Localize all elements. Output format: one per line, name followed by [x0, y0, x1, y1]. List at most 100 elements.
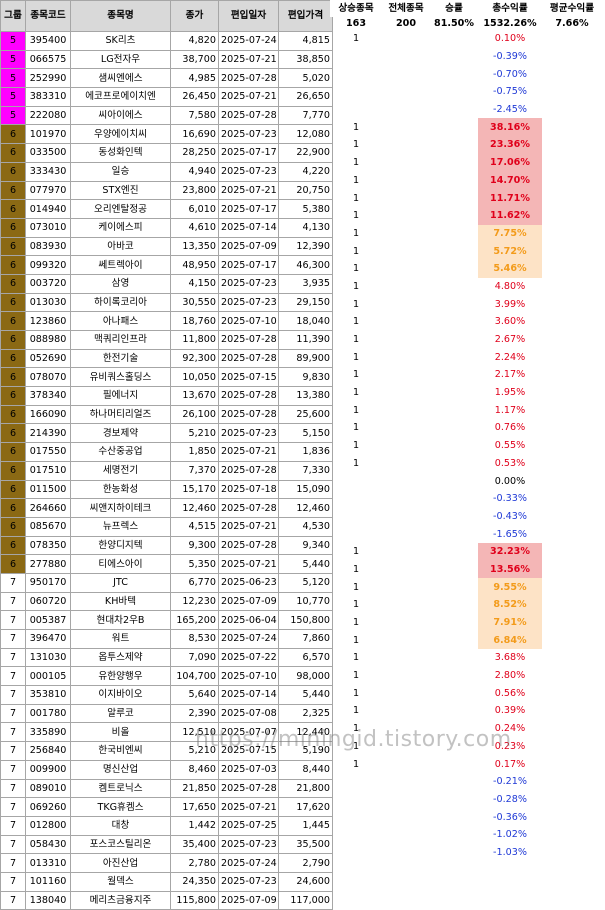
return-cell[interactable]: 5.72%: [478, 242, 542, 260]
empty-cell[interactable]: [430, 278, 478, 296]
entry-cell[interactable]: 117,000: [278, 890, 333, 910]
group-cell[interactable]: 6: [0, 423, 26, 444]
price-cell[interactable]: 4,940: [170, 161, 219, 182]
name-cell[interactable]: 켐트로닉스: [70, 778, 171, 799]
empty-cell[interactable]: [542, 366, 602, 384]
price-cell[interactable]: 4,820: [170, 31, 219, 51]
group-cell[interactable]: 6: [0, 292, 26, 313]
price-cell[interactable]: 13,670: [170, 386, 219, 406]
header-price[interactable]: 종가: [170, 0, 219, 32]
return-cell[interactable]: 3.68%: [478, 649, 542, 667]
price-cell[interactable]: 4,985: [170, 68, 219, 89]
price-cell[interactable]: 35,400: [170, 834, 219, 855]
up-flag-cell[interactable]: [330, 48, 382, 66]
date-cell[interactable]: 2025-07-17: [218, 255, 279, 275]
empty-cell[interactable]: [542, 83, 602, 101]
entry-cell[interactable]: 7,770: [278, 105, 333, 126]
date-cell[interactable]: 2025-07-23: [218, 124, 279, 145]
up-flag-cell[interactable]: 1: [330, 207, 382, 225]
empty-cell[interactable]: [542, 508, 602, 526]
date-cell[interactable]: 2025-07-23: [218, 273, 279, 294]
empty-cell[interactable]: [382, 844, 430, 862]
empty-cell[interactable]: [542, 136, 602, 154]
up-flag-cell[interactable]: 1: [330, 30, 382, 48]
empty-cell[interactable]: [542, 419, 602, 437]
group-cell[interactable]: 7: [0, 853, 26, 873]
name-cell[interactable]: 티에스아이: [70, 554, 171, 574]
empty-cell[interactable]: [542, 189, 602, 207]
price-cell[interactable]: 30,550: [170, 292, 219, 313]
up-flag-cell[interactable]: [330, 65, 382, 83]
summary-total[interactable]: 200: [382, 17, 430, 30]
empty-cell[interactable]: [542, 455, 602, 473]
name-cell[interactable]: 뉴프렉스: [70, 516, 171, 537]
up-flag-cell[interactable]: 1: [330, 278, 382, 296]
code-cell[interactable]: 003720: [25, 273, 71, 294]
return-cell[interactable]: 1.17%: [478, 401, 542, 419]
entry-cell[interactable]: 25,600: [278, 404, 333, 425]
entry-cell[interactable]: 5,150: [278, 423, 333, 444]
entry-cell[interactable]: 7,860: [278, 629, 333, 649]
group-cell[interactable]: 6: [0, 460, 26, 481]
price-cell[interactable]: 6,770: [170, 572, 219, 593]
return-cell[interactable]: 13.56%: [478, 560, 542, 579]
empty-cell[interactable]: [430, 30, 478, 48]
empty-cell[interactable]: [430, 65, 478, 83]
date-cell[interactable]: 2025-07-28: [218, 68, 279, 89]
entry-cell[interactable]: 35,500: [278, 834, 333, 855]
empty-cell[interactable]: [542, 472, 602, 490]
date-cell[interactable]: 2025-07-21: [218, 180, 279, 201]
code-cell[interactable]: 017510: [25, 460, 71, 481]
name-cell[interactable]: 하이록코리아: [70, 292, 171, 313]
price-cell[interactable]: 12,460: [170, 498, 219, 518]
empty-cell[interactable]: [430, 331, 478, 349]
return-cell[interactable]: 4.80%: [478, 278, 542, 296]
code-cell[interactable]: 005387: [25, 610, 71, 630]
header-sum[interactable]: 총수익률: [478, 0, 542, 17]
return-cell[interactable]: 2.67%: [478, 331, 542, 349]
entry-cell[interactable]: 13,380: [278, 386, 333, 406]
code-cell[interactable]: 011500: [25, 479, 71, 500]
empty-cell[interactable]: [542, 667, 602, 685]
price-cell[interactable]: 12,510: [170, 722, 219, 743]
empty-cell[interactable]: [542, 525, 602, 543]
empty-cell[interactable]: [430, 260, 478, 278]
return-cell[interactable]: -0.70%: [478, 65, 542, 83]
return-cell[interactable]: 3.60%: [478, 313, 542, 331]
date-cell[interactable]: 2025-07-24: [218, 853, 279, 873]
empty-cell[interactable]: [542, 348, 602, 366]
price-cell[interactable]: 104,700: [170, 666, 219, 687]
return-cell[interactable]: -0.36%: [478, 808, 542, 826]
empty-cell[interactable]: [542, 154, 602, 172]
price-cell[interactable]: 5,350: [170, 554, 219, 574]
return-cell[interactable]: 0.00%: [478, 472, 542, 490]
summary-winrate[interactable]: 81.50%: [430, 17, 478, 30]
name-cell[interactable]: 케이에스피: [70, 217, 171, 238]
empty-cell[interactable]: [382, 278, 430, 296]
date-cell[interactable]: 2025-07-10: [218, 311, 279, 331]
name-cell[interactable]: 씨아이에스: [70, 105, 171, 126]
return-cell[interactable]: -0.75%: [478, 83, 542, 101]
up-flag-cell[interactable]: 1: [330, 331, 382, 349]
empty-cell[interactable]: [382, 720, 430, 738]
empty-cell[interactable]: [542, 773, 602, 791]
return-cell[interactable]: 7.91%: [478, 613, 542, 632]
date-cell[interactable]: 2025-06-04: [218, 610, 279, 630]
name-cell[interactable]: 월덱스: [70, 871, 171, 892]
empty-cell[interactable]: [542, 543, 602, 561]
empty-cell[interactable]: [382, 366, 430, 384]
group-cell[interactable]: 6: [0, 554, 26, 574]
entry-cell[interactable]: 38,850: [278, 49, 333, 70]
return-cell[interactable]: 11.62%: [478, 206, 542, 225]
up-flag-cell[interactable]: 1: [330, 313, 382, 331]
price-cell[interactable]: 26,450: [170, 87, 219, 107]
header-winrate[interactable]: 승률: [430, 0, 478, 17]
date-cell[interactable]: 2025-07-17: [218, 199, 279, 219]
name-cell[interactable]: 하나머티리얼즈: [70, 404, 171, 425]
empty-cell[interactable]: [430, 755, 478, 773]
summary-avg[interactable]: 7.66%: [542, 17, 602, 30]
entry-cell[interactable]: 46,300: [278, 255, 333, 275]
empty-cell[interactable]: [430, 525, 478, 543]
empty-cell[interactable]: [382, 225, 430, 243]
empty-cell[interactable]: [542, 702, 602, 720]
